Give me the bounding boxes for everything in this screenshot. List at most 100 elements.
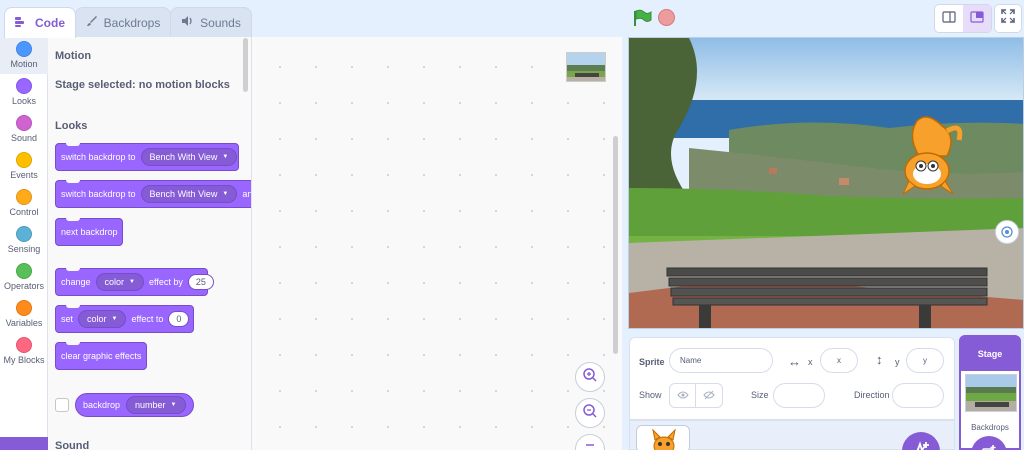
block-text: switch backdrop to [61, 189, 136, 199]
sound-category-icon [16, 115, 32, 131]
backdrop-dropdown[interactable]: Bench With View ▼ [140, 148, 238, 166]
backdrop-reporter-checkbox[interactable] [55, 398, 69, 412]
next-backdrop-block[interactable]: next backdrop [55, 218, 123, 246]
tab-backdrops-label: Backdrops [103, 15, 161, 30]
small-stage-button[interactable] [935, 5, 963, 32]
chevron-down-icon: ▼ [111, 316, 118, 322]
category-menu: Motion Looks Sound Events Control Sensin… [0, 37, 48, 450]
y-field[interactable]: y [906, 348, 944, 373]
category-looks[interactable]: Looks [0, 74, 48, 111]
looks-heading: Looks [55, 120, 88, 132]
category-events[interactable]: Events [0, 148, 48, 185]
backdrop-attribute-dropdown[interactable]: number ▼ [126, 396, 186, 414]
stage-canvas[interactable] [628, 37, 1024, 329]
y-label: y [895, 357, 900, 367]
x-arrow-icon: ↔ [788, 354, 801, 369]
category-control[interactable]: Control [0, 185, 48, 222]
brush-icon [86, 15, 98, 30]
switch-backdrop-and-wait-block[interactable]: switch backdrop to Bench With View▼ and [55, 180, 252, 208]
category-variables[interactable]: Variables [0, 296, 48, 333]
category-label: Sound [10, 133, 38, 143]
category-sound[interactable]: Sound [0, 111, 48, 148]
sprite-thumbnail[interactable] [636, 425, 690, 450]
extension-button[interactable] [0, 437, 48, 450]
category-label: Sensing [7, 244, 41, 254]
sound-heading: Sound [55, 440, 90, 450]
fullscreen-button[interactable] [994, 4, 1022, 33]
category-motion[interactable]: Motion [0, 37, 48, 74]
normal-stage-icon [970, 10, 984, 28]
clear-graphic-effects-block[interactable]: clear graphic effects [55, 342, 147, 370]
tab-backdrops[interactable]: Backdrops [75, 7, 171, 37]
show-visible-button[interactable] [670, 384, 697, 407]
block-text: set [61, 314, 74, 324]
fullscreen-icon [1001, 9, 1015, 28]
category-label: Operators [3, 281, 45, 291]
tab-sounds-label: Sounds [200, 15, 241, 30]
stage-panel-title: Stage [961, 337, 1019, 371]
sprite-info-panel: Sprite Name ↔ x x ↕ y y Show Size Direct… [629, 337, 955, 420]
effect-dropdown[interactable]: color ▼ [95, 273, 144, 291]
chevron-down-icon: ▼ [222, 191, 229, 197]
set-effect-block[interactable]: set color ▼ effect to 0 [55, 305, 194, 333]
change-effect-block[interactable]: change color ▼ effect by 25 [55, 268, 214, 296]
block-text: next backdrop [61, 227, 118, 237]
show-hidden-button[interactable] [696, 384, 722, 407]
sprite-label: Sprite [639, 357, 665, 367]
control-category-icon [16, 189, 32, 205]
y-arrow-icon: ↕ [876, 352, 883, 367]
backdrop-dropdown[interactable]: Bench With View ▼ [140, 185, 238, 203]
category-label: Variables [5, 318, 43, 328]
zoom-in-button[interactable] [575, 362, 605, 392]
looks-category-icon [16, 78, 32, 94]
motion-empty-message: Stage selected: no motion blocks [55, 79, 230, 91]
block-text: switch backdrop to [61, 152, 136, 162]
stage-size-toggle [934, 4, 992, 33]
category-sensing[interactable]: Sensing [0, 222, 48, 259]
chevron-down-icon: ▼ [129, 279, 135, 285]
x-field[interactable]: x [820, 348, 858, 373]
backdrop-image [629, 38, 1023, 328]
tab-sounds[interactable]: Sounds [170, 7, 252, 37]
backdrops-label: Backdrops [971, 423, 1009, 432]
switch-backdrop-block[interactable]: switch backdrop to Bench With View ▼ [55, 143, 239, 171]
block-text: change [61, 277, 91, 287]
size-label: Size [751, 390, 769, 400]
green-flag-icon[interactable] [632, 9, 652, 32]
effect-dropdown[interactable]: color ▼ [78, 310, 127, 328]
block-palette: Motion Stage selected: no motion blocks … [48, 37, 252, 450]
ai-assistant-icon[interactable] [995, 220, 1019, 244]
effect-value-input[interactable]: 0 [168, 311, 190, 327]
stop-icon[interactable] [658, 9, 675, 26]
small-stage-icon [942, 10, 956, 28]
effect-amount-input[interactable]: 25 [187, 274, 214, 290]
zoom-out-button[interactable] [575, 398, 605, 428]
category-label: Control [9, 207, 39, 217]
palette-scrollbar[interactable] [243, 38, 248, 92]
events-category-icon [16, 152, 32, 168]
speaker-icon [181, 15, 194, 30]
category-operators[interactable]: Operators [0, 259, 48, 296]
block-text: clear graphic effects [61, 351, 142, 361]
direction-field[interactable] [892, 383, 944, 408]
block-text: effect to [131, 314, 164, 324]
backdrop-reporter-block[interactable]: backdrop number ▼ [75, 393, 194, 417]
normal-stage-button[interactable] [963, 5, 991, 32]
script-area[interactable] [252, 37, 622, 450]
size-field[interactable] [773, 383, 825, 408]
tab-code-label: Code [35, 16, 65, 30]
script-area-scrollbar[interactable] [613, 136, 618, 354]
sprite-name-placeholder: Name [680, 356, 702, 365]
backdrop-plus-icon [981, 444, 997, 450]
tab-code[interactable]: Code [4, 7, 76, 38]
operators-category-icon [16, 263, 32, 279]
zoom-out-icon [582, 403, 598, 424]
block-text-suffix: and [242, 189, 252, 199]
x-placeholder: x [837, 356, 841, 365]
stage-selector[interactable]: Stage Backdrops [959, 335, 1021, 450]
motion-heading: Motion [55, 50, 92, 62]
motion-category-icon [16, 41, 32, 57]
category-my-blocks[interactable]: My Blocks [0, 333, 48, 370]
code-icon [15, 16, 29, 31]
sprite-name-field[interactable]: Name [669, 348, 773, 373]
